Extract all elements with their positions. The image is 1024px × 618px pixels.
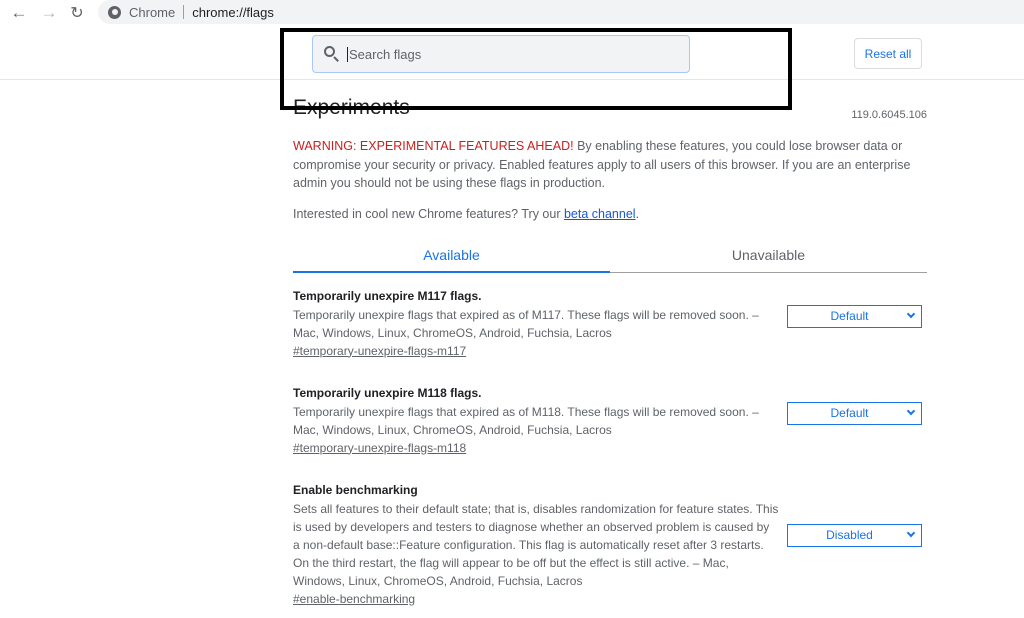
version-label: 119.0.6045.106	[851, 109, 927, 121]
arrow-left-icon: ←	[10, 3, 28, 22]
flags-header: Reset all	[0, 26, 1024, 80]
flag-state-select[interactable]: Default	[787, 304, 922, 328]
select-value: Default	[830, 406, 869, 420]
beta-prefix: Interested in cool new Chrome features? …	[293, 206, 564, 221]
forward-button[interactable]: →	[38, 2, 60, 24]
beta-suffix: .	[635, 206, 640, 221]
warning-label: WARNING: EXPERIMENTAL FEATURES AHEAD!	[293, 139, 574, 153]
flag-anchor-link[interactable]: #temporary-unexpire-flags-m117	[293, 344, 466, 358]
chevron-down-icon	[906, 309, 916, 318]
select-value: Default	[830, 309, 869, 323]
select-value: Disabled	[826, 528, 873, 542]
flag-item: Temporarily unexpire M117 flags. Tempora…	[293, 288, 927, 360]
flag-name: Temporarily unexpire M117 flags.	[293, 288, 482, 303]
tab-unavailable[interactable]: Unavailable	[610, 243, 927, 272]
site-chip: Chrome	[129, 4, 176, 20]
search-input[interactable]	[349, 46, 669, 62]
flag-description: Temporarily unexpire flags that expired …	[293, 404, 759, 437]
flag-item: Enable benchmarking Sets all features to…	[293, 482, 927, 608]
title-row: Experiments 119.0.6045.106	[293, 80, 927, 125]
reload-button[interactable]: ↻	[66, 2, 88, 24]
reset-all-button[interactable]: Reset all	[854, 38, 922, 69]
chevron-down-icon	[906, 528, 916, 537]
flag-state-select[interactable]: Default	[787, 401, 922, 425]
flag-anchor-link[interactable]: #temporary-unexpire-flags-m118	[293, 441, 466, 455]
search-icon	[323, 45, 341, 63]
beta-channel-link[interactable]: beta channel	[564, 207, 636, 221]
flag-state-select[interactable]: Disabled	[787, 523, 922, 547]
active-tab-indicator	[293, 270, 610, 273]
tab-available[interactable]: Available	[293, 243, 610, 272]
omnibox-divider	[183, 5, 185, 19]
reload-icon: ↻	[70, 5, 84, 22]
address-bar[interactable]: Chrome chrome://flags	[98, 0, 1024, 24]
flag-description: Sets all features to their default state…	[293, 501, 779, 588]
flag-anchor-link[interactable]: #enable-benchmarking	[293, 592, 415, 606]
back-button[interactable]: ←	[8, 2, 30, 24]
url-text[interactable]: chrome://flags	[192, 5, 274, 20]
tab-bar: Available Unavailable	[293, 243, 927, 273]
flag-description: Temporarily unexpire flags that expired …	[293, 307, 759, 340]
flag-item: Temporarily unexpire M118 flags. Tempora…	[293, 385, 927, 457]
beta-line: Interested in cool new Chrome features? …	[293, 207, 927, 221]
warning-text: WARNING: EXPERIMENTAL FEATURES AHEAD! By…	[293, 137, 927, 193]
chrome-logo-icon	[108, 5, 121, 19]
chevron-down-icon	[906, 406, 916, 415]
flag-name: Temporarily unexpire M118 flags.	[293, 385, 482, 400]
text-caret	[347, 46, 348, 62]
flags-content: Experiments 119.0.6045.106 WARNING: EXPE…	[293, 80, 927, 608]
page-title: Experiments	[293, 96, 410, 119]
flag-name: Enable benchmarking	[293, 482, 418, 497]
arrow-right-icon: →	[40, 3, 58, 22]
search-box[interactable]	[312, 35, 690, 73]
browser-toolbar: ← → ↻ Chrome chrome://flags	[0, 0, 1024, 26]
